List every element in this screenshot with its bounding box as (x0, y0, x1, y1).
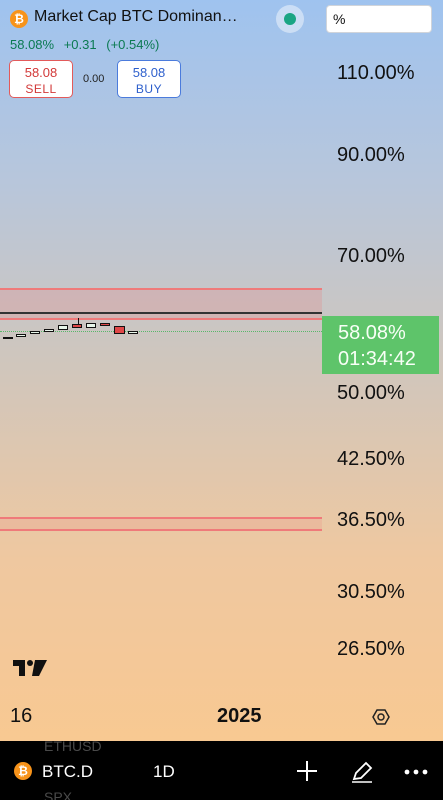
candle (3, 337, 13, 339)
chart-header: ₿ Market Cap BTC Dominan… % 58.08% +0.31… (0, 0, 443, 100)
ghost-symbol: SPX (44, 789, 73, 800)
buy-label: BUY (135, 82, 163, 96)
price-change-percent: (+0.54%) (106, 37, 160, 52)
symbol-selector[interactable]: BTC.D (42, 762, 93, 782)
resistance-zone[interactable] (0, 288, 322, 320)
candle (72, 324, 82, 328)
y-axis-label: 30.50% (337, 581, 405, 603)
sell-button[interactable]: 58.08 SELL (9, 60, 73, 98)
market-status-button[interactable] (276, 5, 304, 33)
y-axis-label: 36.50% (337, 509, 405, 531)
price-summary: 58.08% +0.31 (+0.54%) (10, 37, 165, 52)
bitcoin-icon: ₿ (10, 10, 28, 28)
sell-value: 58.08 (24, 65, 58, 80)
y-axis-label: 42.50% (337, 448, 405, 470)
bar-countdown: 01:34:42 (338, 348, 416, 370)
symbol-title[interactable]: Market Cap BTC Dominan… (34, 8, 238, 26)
x-axis-label: 16 (10, 705, 33, 727)
support-zone[interactable] (0, 518, 322, 530)
resistance-line[interactable] (0, 312, 322, 314)
ghost-symbol: ETHUSD (44, 738, 102, 754)
bitcoin-icon: ₿ (14, 762, 32, 780)
buy-value: 58.08 (132, 65, 166, 80)
y-axis-label: 110.00% (337, 62, 415, 84)
candle (128, 331, 138, 334)
unit-selector[interactable]: % (326, 5, 432, 33)
candle (58, 325, 68, 330)
market-status-dot (284, 13, 296, 25)
candle (86, 323, 96, 328)
plus-icon[interactable] (296, 760, 318, 782)
sell-label: SELL (25, 82, 57, 96)
bottom-toolbar: ETHUSD SPX ₿ BTC.D 1D (0, 738, 443, 800)
candle (30, 331, 40, 334)
y-axis-label: 70.00% (337, 245, 405, 267)
spread-value: 0.00 (83, 73, 105, 85)
price-change: +0.31 (63, 37, 97, 52)
x-axis-label: 2025 (217, 705, 262, 727)
y-axis-label: 26.50% (337, 638, 405, 660)
chart-area[interactable] (0, 280, 322, 540)
candle (44, 329, 54, 332)
last-price-tag-value: 58.08% (338, 322, 406, 344)
gear-icon[interactable] (372, 708, 390, 726)
buy-button[interactable]: 58.08 BUY (117, 60, 181, 98)
y-axis-label: 50.00% (337, 382, 405, 404)
more-icon[interactable] (404, 769, 428, 775)
candle (100, 323, 110, 326)
candle (16, 334, 26, 337)
last-price: 58.08% (10, 37, 55, 52)
candle (114, 326, 125, 334)
tradingview-logo[interactable] (13, 658, 49, 678)
interval-selector[interactable]: 1D (153, 762, 175, 782)
y-axis-label: 90.00% (337, 144, 405, 166)
last-price-tag: 58.08% 01:34:42 (322, 316, 439, 374)
pen-icon[interactable] (350, 760, 374, 784)
